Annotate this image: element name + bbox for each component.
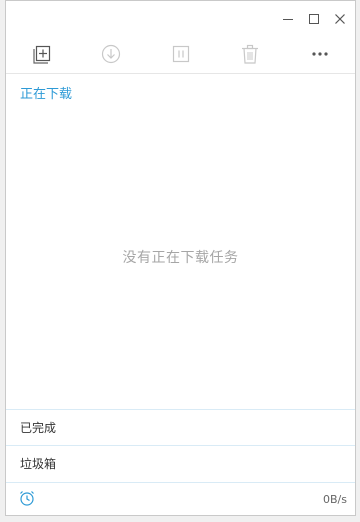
category-completed-label: 已完成 <box>20 421 57 435</box>
category-trash[interactable]: 垃圾箱 <box>6 445 355 481</box>
add-task-button[interactable] <box>28 41 54 67</box>
category-completed[interactable]: 已完成 <box>6 409 355 445</box>
download-speed: 0B/s <box>323 493 347 506</box>
schedule-button[interactable] <box>18 489 36 511</box>
minimize-icon <box>283 19 293 20</box>
delete-button[interactable] <box>237 41 263 67</box>
toolbar-divider <box>6 73 355 74</box>
add-task-icon <box>33 45 51 64</box>
toolbar <box>6 37 355 71</box>
close-button[interactable] <box>327 9 353 29</box>
empty-state-message: 没有正在下载任务 <box>122 250 239 266</box>
maximize-button[interactable] <box>301 9 327 29</box>
alarm-clock-icon <box>20 490 34 506</box>
more-button[interactable] <box>307 41 333 67</box>
trash-icon <box>242 44 259 64</box>
download-manager-window: 正在下载 没有正在下载任务 已完成 垃圾箱 0B/s <box>5 0 356 516</box>
more-icon <box>312 52 328 56</box>
window-controls <box>275 9 353 29</box>
pause-button[interactable] <box>168 41 194 67</box>
category-trash-label: 垃圾箱 <box>20 457 57 471</box>
download-icon <box>101 44 120 64</box>
status-bar: 0B/s <box>6 482 355 516</box>
pause-icon <box>172 45 189 63</box>
tab-downloading[interactable]: 正在下载 <box>20 83 72 102</box>
start-download-button[interactable] <box>98 41 124 67</box>
minimize-button[interactable] <box>275 9 301 29</box>
maximize-icon <box>309 14 319 24</box>
close-icon <box>335 14 345 24</box>
